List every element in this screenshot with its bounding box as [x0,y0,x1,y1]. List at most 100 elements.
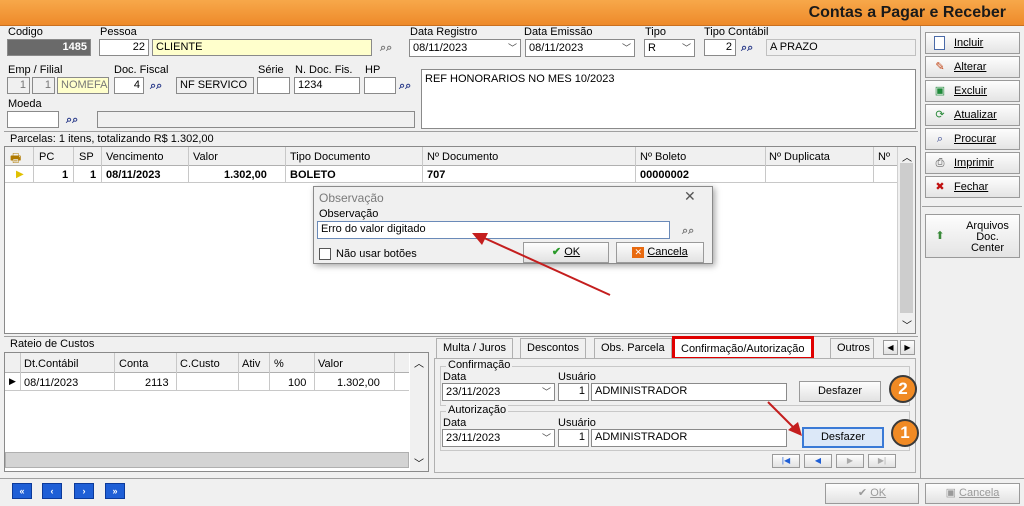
hp-field[interactable] [364,77,396,94]
col-dt-contabil[interactable]: Dt.Contábil [24,358,78,370]
cell-dt-contabil: 08/11/2023 [24,377,79,389]
hp-search-icon[interactable]: ⌕⌕ [399,80,411,93]
footer-ok-button[interactable]: ✔ OK [825,483,919,504]
printer-icon[interactable]: 🖶 [10,149,28,165]
chevron-down-icon[interactable]: ﹀ [902,317,912,332]
tipo-contabil-code-field[interactable]: 2 [704,39,736,56]
col-ativ[interactable]: Ativ [242,358,260,370]
dialog-search-icon[interactable]: ⌕⌕ [682,225,694,238]
previous-record-button[interactable]: ◀ [804,454,832,468]
nao-usar-botoes-checkbox[interactable] [319,248,331,260]
tab-multa-juros[interactable]: Multa / Juros [436,338,513,358]
autorizacao-data-field[interactable]: 23/11/2023 ﹀ [442,429,555,447]
data-registro-field[interactable]: 08/11/2023 ﹀ [409,39,521,57]
close-window-icon: ✖ [935,181,945,193]
col-pc[interactable]: PC [39,151,54,163]
col-valor-rateio[interactable]: Valor [318,358,343,370]
autorizacao-desfazer-button[interactable]: Desfazer [802,427,884,448]
cancel-icon: ▣ [945,487,956,499]
imprimir-button[interactable]: ⎙ Imprimir [925,152,1020,174]
tipo-contabil-label: Tipo Contábil [704,26,769,38]
col-c-custo[interactable]: C.Custo [180,358,220,370]
col-n-documento[interactable]: Nº Documento [427,151,498,163]
alterar-button[interactable]: ✎ Alterar [925,56,1020,78]
serie-field[interactable] [257,77,290,94]
last-page-icon[interactable]: » [105,483,125,499]
confirmacao-data-field[interactable]: 23/11/2023 ﹀ [442,383,555,401]
tipo-select[interactable]: R ﹀ [644,39,695,57]
moeda-name [97,111,415,128]
autorizacao-usuario-code[interactable]: 1 [558,429,589,447]
pessoa-name-field[interactable]: CLIENTE [152,39,372,56]
parcelas-scrollbar[interactable]: ︿ ﹀ [897,147,915,333]
doc-fiscal-label: Doc. Fiscal [114,64,169,76]
chevron-up-icon[interactable]: ︿ [414,355,424,370]
doc-fiscal-search-icon[interactable]: ⌕⌕ [150,80,162,93]
tab-outros[interactable]: Outros [830,338,874,358]
sidebar-separator [922,206,1022,207]
incluir-button[interactable]: Incluir [925,32,1020,54]
tab-scroll-right-button[interactable]: ▶ [900,340,915,355]
col-vencimento[interactable]: Vencimento [106,151,163,163]
next-page-icon[interactable]: › [74,483,94,499]
close-icon[interactable]: ✕ [684,188,696,205]
cell-pc: 1 [62,169,69,181]
chevron-down-icon: ﹀ [621,43,631,53]
tab-confirmacao-autorizacao[interactable]: Confirmação/Autorização [672,336,814,360]
scrollbar-thumb[interactable] [900,163,913,313]
rateio-horizontal-scrollbar[interactable] [5,452,409,468]
doc-fiscal-name: NF SERVICO [176,77,254,94]
col-n-boleto[interactable]: Nº Boleto [640,151,686,163]
emp-field[interactable]: 1 [7,77,30,94]
n-doc-fis-field[interactable]: 1234 [294,77,360,94]
chevron-down-icon[interactable]: ﹀ [414,455,424,470]
pessoa-code-field[interactable]: 22 [99,39,149,56]
dialog-cancel-button[interactable]: ✕ Cancela [616,242,704,263]
confirmacao-usuario-label: Usuário [558,371,596,383]
col-valor[interactable]: Valor [193,151,218,163]
cell-valor: 1.302,00 [224,169,267,181]
arquivos-doc-center-button[interactable]: ⬆ Arquivos Doc. Center [925,214,1020,258]
atualizar-button[interactable]: ⟳ Atualizar [925,104,1020,126]
autorizacao-usuario-label: Usuário [558,417,596,429]
doc-fiscal-code-field[interactable]: 4 [114,77,144,94]
footer-cancel-button[interactable]: ▣ Cancela [925,483,1020,504]
rateio-scrollbar[interactable]: ︿ ﹀ [410,353,428,471]
col-n-duplicata[interactable]: Nº Duplicata [769,151,830,163]
moeda-search-icon[interactable]: ⌕⌕ [66,114,78,127]
tipo-contabil-name: A PRAZO [766,39,916,56]
observacao-textarea[interactable]: REF HONORARIOS NO MES 10/2023 [421,69,916,129]
next-record-button[interactable]: ▶ [836,454,864,468]
fechar-button[interactable]: ✖ Fechar [925,176,1020,198]
col-sp[interactable]: SP [79,151,94,163]
delete-icon: ▣ [934,85,946,97]
confirmacao-desfazer-button[interactable]: Desfazer [799,381,881,402]
last-record-button[interactable]: ▶| [868,454,896,468]
data-emissao-field[interactable]: 08/11/2023 ﹀ [525,39,635,57]
filial-field[interactable]: 1 [32,77,55,94]
confirmacao-group-label: Confirmação [446,359,513,371]
procurar-button[interactable]: ⌕ Procurar [925,128,1020,150]
serie-label: Série [258,64,284,76]
col-conta[interactable]: Conta [119,358,148,370]
cell-vencimento: 08/11/2023 [106,169,161,181]
cell-n-boleto: 00000002 [640,169,689,181]
tab-descontos[interactable]: Descontos [520,338,586,358]
tipo-contabil-search-icon[interactable]: ⌕⌕ [741,42,753,55]
first-record-button[interactable]: |◀ [772,454,800,468]
first-page-icon[interactable]: « [12,483,32,499]
col-tipo-documento[interactable]: Tipo Documento [290,151,370,163]
confirmacao-usuario-code[interactable]: 1 [558,383,589,401]
tab-scroll-left-button[interactable]: ◀ [883,340,898,355]
excluir-button[interactable]: ▣ Excluir [925,80,1020,102]
moeda-field[interactable] [7,111,59,128]
footer-divider [0,478,1024,479]
tab-obs-parcela[interactable]: Obs. Parcela [594,338,672,358]
col-percent[interactable]: % [274,358,284,370]
codigo-field[interactable]: 1485 [7,39,91,56]
previous-page-icon[interactable]: ‹ [42,483,62,499]
pessoa-search-icon[interactable]: ⌕⌕ [380,42,392,55]
moeda-label: Moeda [8,98,42,110]
chevron-up-icon[interactable]: ︿ [902,149,912,164]
col-n[interactable]: Nº [878,151,890,163]
